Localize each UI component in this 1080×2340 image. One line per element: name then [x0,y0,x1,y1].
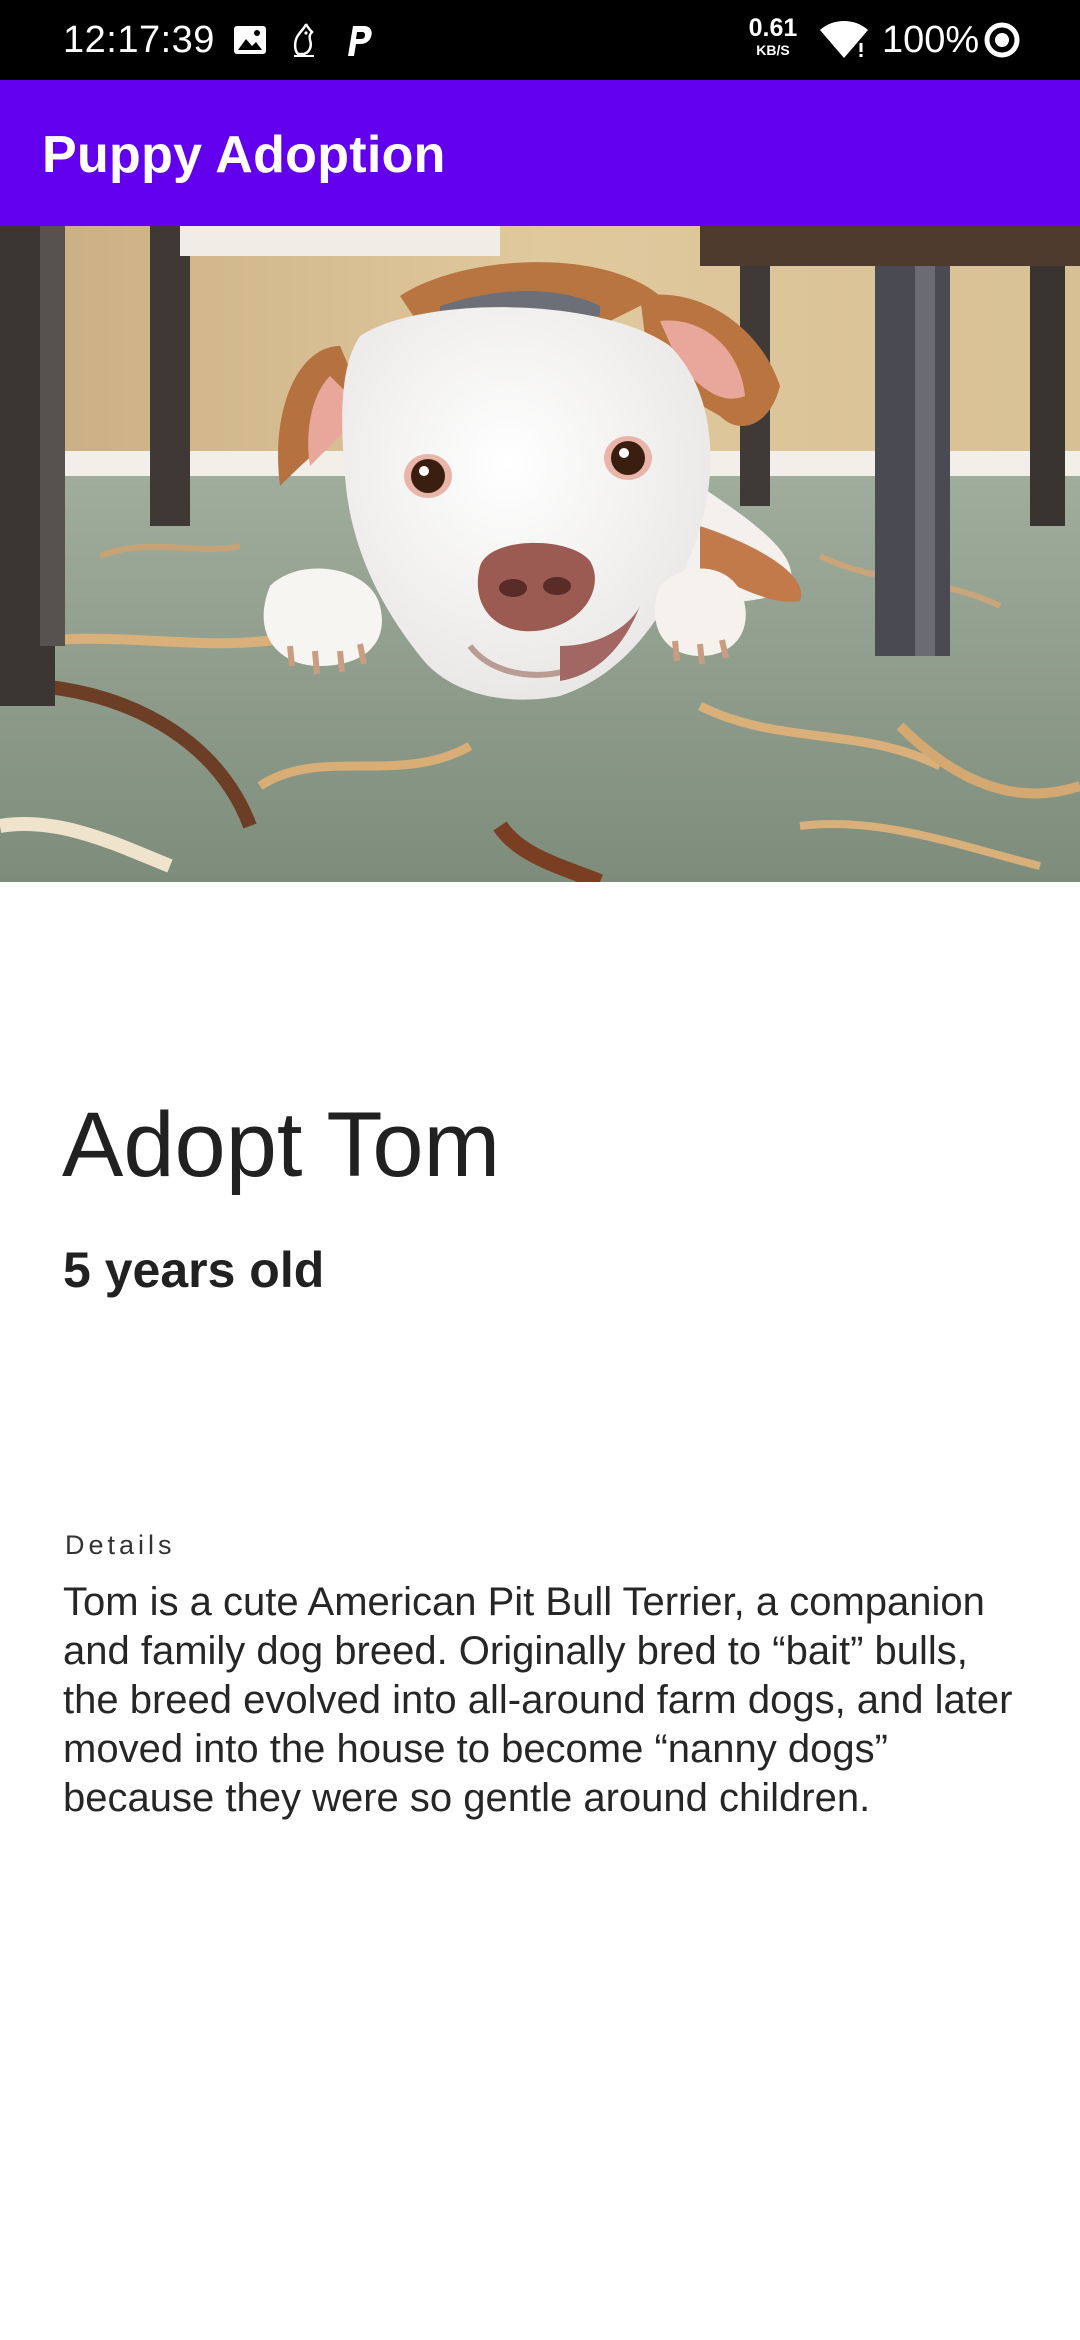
app-bar: Puppy Adoption [0,80,1080,226]
status-time: 12:17:39 [63,19,215,61]
wifi-icon [820,21,868,58]
network-speed-value: 0.61 [748,14,798,42]
puppy-photo [0,226,1080,882]
bird-icon [293,23,314,57]
details-description: Tom is a cute American Pit Bull Terrier,… [63,1580,1013,1820]
battery-ring-icon [984,22,1020,58]
parking-app-icon [348,26,372,56]
details-label: Details [65,1530,176,1560]
puppy-age: 5 years old [63,1242,325,1298]
network-speed-unit: KB/S [756,42,790,58]
puppy-photo-illustration [0,226,1080,882]
page-title: Adopt Tom [62,1094,501,1196]
image-icon [234,26,266,54]
status-bar: 12:17:39 0.61 KB/S 100% [0,0,1080,80]
app-title: Puppy Adoption [42,126,446,184]
battery-percentage: 100% [882,19,980,61]
network-speed: 0.61 KB/S [746,14,800,58]
